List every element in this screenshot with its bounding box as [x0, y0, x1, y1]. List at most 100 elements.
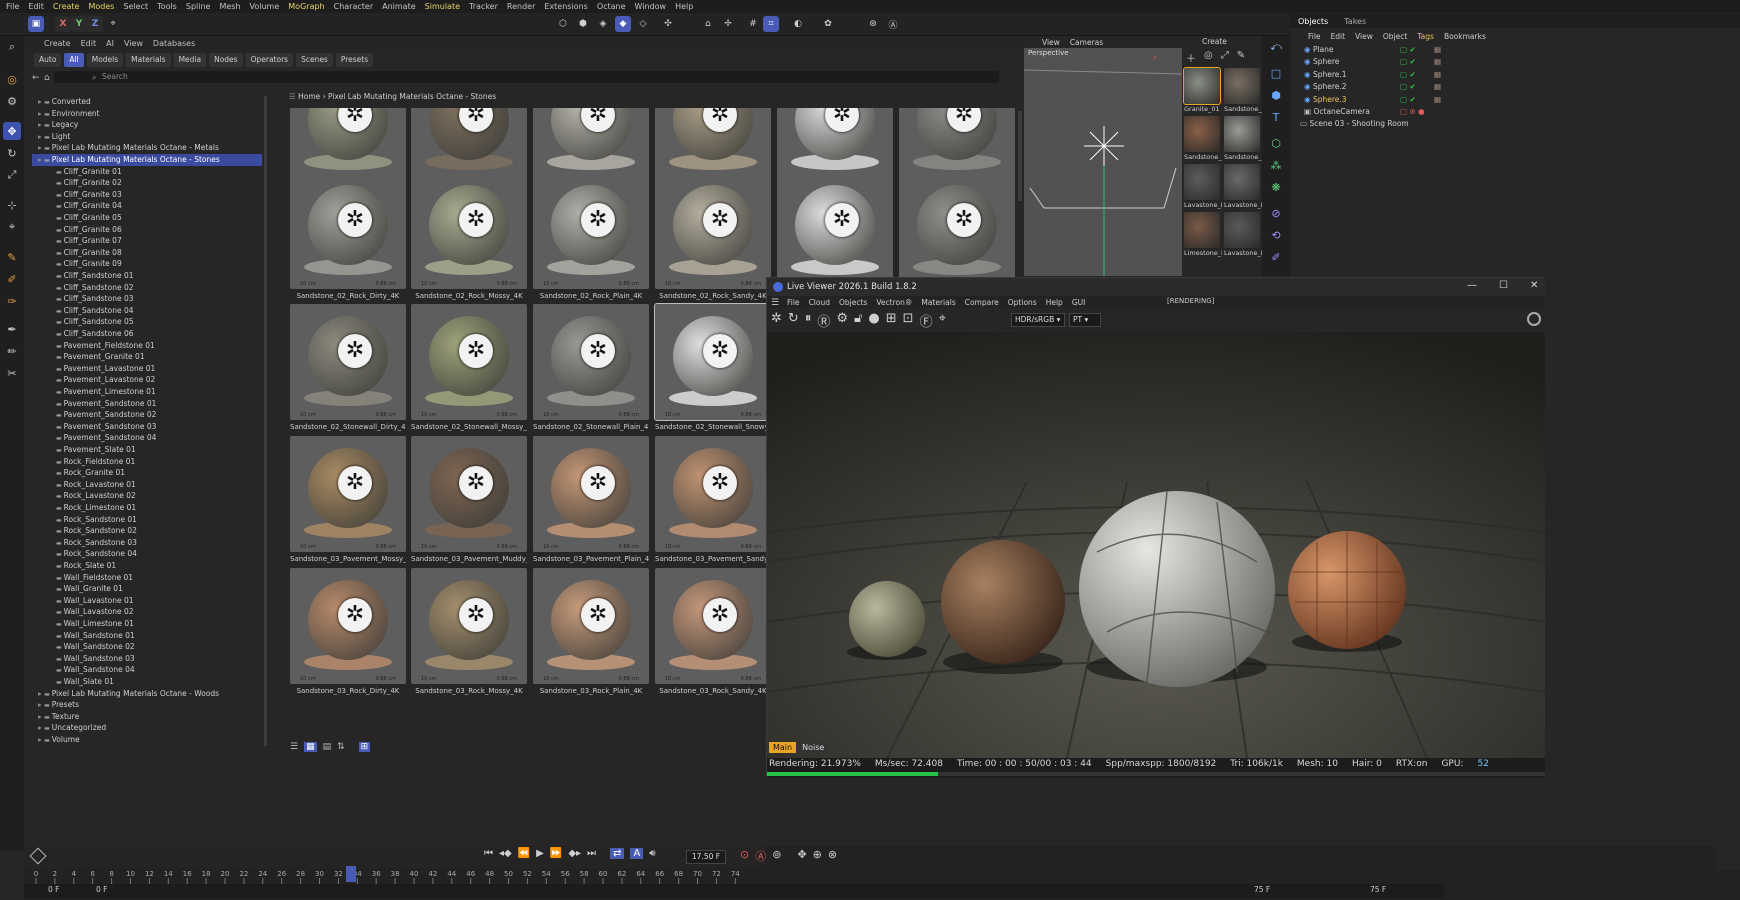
menu-file[interactable]: File — [6, 2, 19, 11]
home-icon[interactable]: ⌂ — [44, 73, 50, 83]
workplane-icon[interactable]: ⌗ — [763, 16, 779, 32]
tree-child-item[interactable]: ▬ Wall_Sandstone 02 — [56, 641, 135, 653]
cube-icon[interactable]: □ — [1267, 64, 1285, 82]
camera-tool-icon[interactable]: ⤺ — [1267, 38, 1285, 56]
menu-extensions[interactable]: Extensions — [544, 2, 587, 11]
material-thumbnail[interactable]: 10 cm0.88 cm — [411, 173, 527, 289]
material-tile[interactable]: 10 cm 0.88 cm Sandstone_03_Rock_Sandy_4K — [655, 568, 771, 695]
tab-objects[interactable]: Objects — [1298, 17, 1328, 26]
tree-child-item[interactable]: ▬ Pavement_Limestone 01 — [56, 386, 156, 398]
move-tool-icon[interactable]: ✥ — [3, 122, 21, 140]
material-menu-create[interactable]: Create — [1202, 37, 1227, 46]
prev-key-icon[interactable]: ◂◆ — [499, 848, 512, 859]
next-frame-icon[interactable]: ⏩ — [550, 848, 562, 859]
tree-child-item[interactable]: ▬ Wall_Slate 01 — [56, 676, 114, 688]
prev-frame-icon[interactable]: ⏪ — [518, 848, 530, 859]
material-thumbnail[interactable]: 10 cm0.88 cm — [655, 173, 771, 289]
playhead[interactable] — [346, 866, 356, 882]
brush-icon[interactable]: ✒ — [3, 320, 21, 338]
object-row[interactable]: ◉ Sphere ▢ ✔ ▦ — [1300, 56, 1740, 68]
tree-child-item[interactable]: ▬ Cliff_Granite 05 — [56, 212, 122, 224]
material-thumbnail[interactable]: 10 cm0.88 cm — [533, 173, 649, 289]
material-tag-icon[interactable]: ▦ — [1434, 94, 1441, 106]
tree-child-item[interactable]: ▬ Wall_Lavastone 02 — [56, 606, 134, 618]
tree-item[interactable]: ▸ ▬ Presets — [38, 699, 79, 711]
menu-render[interactable]: Render — [507, 2, 535, 11]
spline-sketch-icon[interactable]: ✐ — [3, 270, 21, 288]
visibility-check-icon[interactable]: ▢ ✔ — [1400, 44, 1416, 56]
auto-record-icon[interactable]: Ⓐ — [755, 848, 766, 864]
material-preview[interactable] — [1184, 212, 1220, 248]
kernel-select[interactable]: PT ▾ — [1069, 313, 1101, 327]
render-view-icon[interactable]: ✿ — [820, 16, 836, 32]
material-tile[interactable]: 10 cm 0.88 cm Sandstone_02_Stonewall_Plain… — [533, 304, 649, 431]
tree-child-item[interactable]: ▬ Pavement_Lavastone 02 — [56, 374, 155, 386]
lv-menu-objects[interactable]: Objects — [839, 298, 867, 307]
material-tile[interactable]: 10 cm 0.88 cm Sandstone_02_Rock_Mossy_4K — [411, 173, 527, 300]
play-icon[interactable]: ▶ — [536, 848, 544, 859]
restart-icon[interactable]: ↻ — [788, 311, 799, 330]
lv-menu-options[interactable]: Options — [1008, 298, 1037, 307]
keyframe-icon[interactable] — [29, 847, 47, 865]
tab-operators[interactable]: Operators — [245, 53, 294, 67]
tree-child-item[interactable]: ▬ Pavement_Sandstone 01 — [56, 398, 156, 410]
visibility-check-icon[interactable]: ▢ ✔ — [1400, 81, 1416, 93]
axis-x-toggle[interactable]: X — [55, 16, 71, 32]
material-tile[interactable]: 10 cm 0.88 cm Sandstone_03_Rock_Dirty_4K — [290, 568, 406, 695]
material-tile[interactable]: 10 cm 0.88 cm Sandstone_02_Rock_Dirty_4K — [290, 173, 406, 300]
tree-child-item[interactable]: ▬ Wall_Lavastone 01 — [56, 595, 134, 607]
viewport-menu-cameras[interactable]: Cameras — [1070, 38, 1103, 47]
material-thumbnail[interactable]: 10 cm0.88 cm — [533, 436, 649, 552]
material-preview[interactable] — [1224, 212, 1260, 248]
tree-child-item[interactable]: ▬ Cliff_Sandstone 01 — [56, 270, 134, 282]
material-tile[interactable]: 10 cm 0.88 cm Sandstone_03_Pavement_Plain_… — [533, 436, 649, 563]
objects-menu-view[interactable]: View — [1355, 32, 1373, 41]
lv-menu-vectron[interactable]: Vectron® — [876, 298, 912, 307]
browser-menu-edit[interactable]: Edit — [81, 39, 97, 48]
snapshot-icon[interactable]: ⊡ — [903, 311, 914, 330]
menu-volume[interactable]: Volume — [250, 2, 280, 11]
material-preview[interactable] — [1184, 116, 1220, 152]
align-tool-icon[interactable]: ⌖ — [3, 218, 21, 236]
material-preview[interactable] — [1224, 164, 1260, 200]
tree-child-item[interactable]: ▬ Wall_Granite 01 — [56, 583, 123, 595]
menu-mesh[interactable]: Mesh — [219, 2, 240, 11]
material-thumbnail[interactable]: 10 cm0.88 cm — [655, 568, 771, 684]
lv-menu-file[interactable]: File — [787, 298, 800, 307]
scale-key-icon[interactable]: ⊗ — [828, 848, 837, 864]
tree-item[interactable]: ▸ ▬ Pixel Lab Mutating Materials Octane … — [38, 688, 219, 700]
add-material-icon[interactable]: ＋ — [1186, 50, 1196, 65]
lv-options-icon[interactable] — [1527, 312, 1541, 326]
browser-menu-view[interactable]: View — [124, 39, 143, 48]
select-settings-icon[interactable]: ⚙ — [3, 92, 21, 110]
tree-child-item[interactable]: ▬ Pavement_Slate 01 — [56, 444, 136, 456]
menu-octane[interactable]: Octane — [597, 2, 626, 11]
tree-child-item[interactable]: ▬ Rock_Slate 01 — [56, 560, 116, 572]
go-to-start-icon[interactable]: ⏮ — [484, 848, 493, 859]
material-tile[interactable]: 10 cm 0.88 cm Sandstone_02_Stonewall_Dirty… — [290, 304, 406, 431]
browser-menu-databases[interactable]: Databases — [153, 39, 195, 48]
material-tile[interactable]: 10 cm 0.88 cm Sandstone_03_Pavement_Sandy_… — [655, 436, 771, 563]
material-tile[interactable]: 10 cm 0.88 cm Sandstone_02_Stonewall_Snowy… — [654, 303, 772, 431]
object-row[interactable]: ◉ Sphere.1 ▢ ✔ ▦ — [1300, 69, 1740, 81]
minimize-icon[interactable]: — — [1467, 280, 1477, 291]
pick-icon[interactable]: ⌖ — [939, 311, 946, 330]
range-end[interactable]: 75 F — [1254, 885, 1270, 894]
material-tag-icon[interactable]: ▦ — [1434, 44, 1441, 56]
edges-mode-icon[interactable]: ◈ — [595, 16, 611, 32]
tree-child-item[interactable]: ▬ Pavement_Sandstone 04 — [56, 432, 156, 444]
uv-mode-icon[interactable]: ◇ — [635, 16, 651, 32]
eyedropper-icon[interactable]: ✎ — [1237, 50, 1245, 65]
tree-child-item[interactable]: ▬ Pavement_Sandstone 03 — [56, 421, 156, 433]
material-thumbnail[interactable]: 10 cm0.88 cm — [777, 173, 893, 289]
menu-animate[interactable]: Animate — [382, 2, 416, 11]
effector-icon[interactable]: ❋ — [1267, 178, 1285, 196]
tree-child-item[interactable]: ▬ Cliff_Granite 04 — [56, 200, 122, 212]
axis-gizmo-icon[interactable]: ✣ — [660, 16, 676, 32]
tree-child-item[interactable]: ▬ Cliff_Granite 07 — [56, 235, 122, 247]
visibility-check-icon[interactable]: ▢ ✔ — [1400, 69, 1416, 81]
octane-material-icon[interactable]: ◎ — [1204, 50, 1213, 65]
next-key-icon[interactable]: ◆▸ — [568, 848, 581, 859]
lv-menu-compare[interactable]: Compare — [965, 298, 999, 307]
go-to-end-icon[interactable]: ⏭ — [587, 848, 596, 859]
